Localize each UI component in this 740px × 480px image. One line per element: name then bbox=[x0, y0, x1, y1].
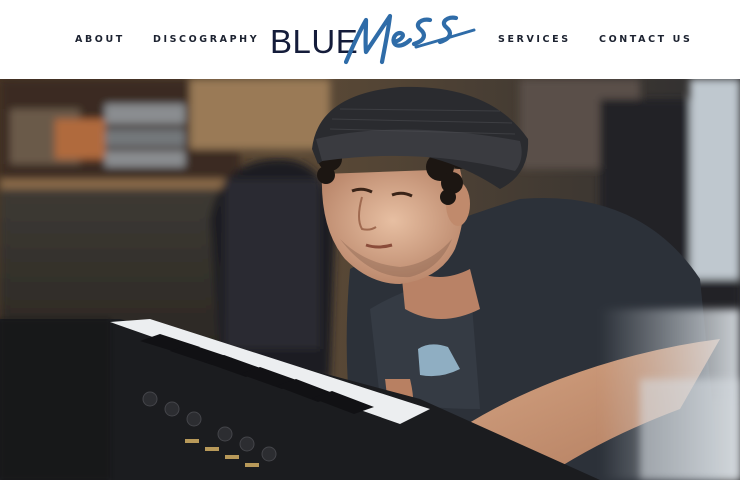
nav-contact-link[interactable]: CONTACT US bbox=[599, 34, 692, 45]
nav-services-link[interactable]: SERVICES bbox=[498, 34, 571, 45]
site-logo[interactable]: BLUE bbox=[268, 12, 478, 68]
site-header: ABOUT DISCOGRAPHY BLUE SERVICES CONTACT … bbox=[0, 0, 740, 79]
nav-discography-link[interactable]: DISCOGRAPHY bbox=[153, 34, 259, 45]
nav-about-link[interactable]: ABOUT bbox=[75, 34, 125, 45]
hero-photo bbox=[0, 79, 740, 480]
logo-word-mess bbox=[344, 13, 476, 65]
hero-photo-illustration bbox=[0, 79, 740, 480]
